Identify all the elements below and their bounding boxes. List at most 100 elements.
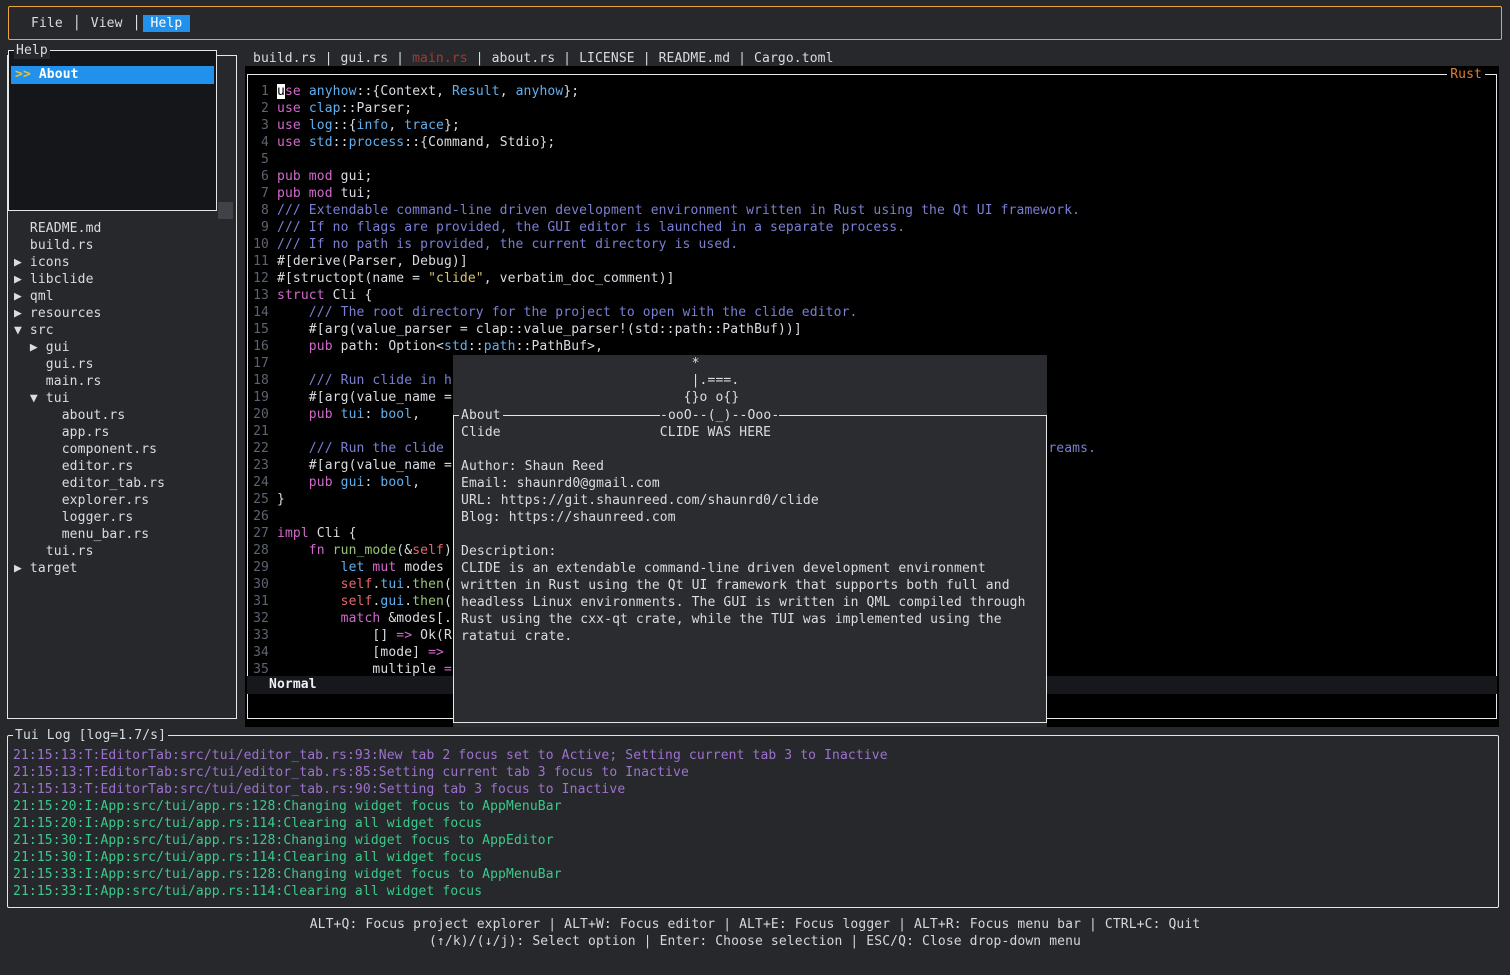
tree-item[interactable]: ▼ src [14,322,165,339]
code-token: modes [404,560,444,575]
tui-log-title: Tui Log [log=1.7/s] [13,727,168,744]
tree-item[interactable]: gui.rs [14,356,165,373]
code-token: use [277,118,309,133]
line-number: 23 [253,457,269,474]
about-text-line: Author: Shaun Reed [461,458,1026,475]
code-line: 5 [253,151,1096,168]
code-token: pub [277,407,341,422]
log-entry: 21:15:13:T:EditorTab:src/tui/editor_tab.… [13,764,888,781]
explorer-scrollbar-thumb[interactable] [218,202,233,219]
line-number: 18 [253,372,269,389]
code-token: ::Parser; [341,101,413,116]
tree-item[interactable]: ▶ libclide [14,271,165,288]
tree-item[interactable]: editor_tab.rs [14,475,165,492]
line-number: 22 [253,440,269,457]
code-line: 8/// Extendable command-line driven deve… [253,202,1096,219]
tree-item[interactable]: component.rs [14,441,165,458]
tree-item[interactable]: logger.rs [14,509,165,526]
tab-LICENSE[interactable]: LICENSE [579,51,635,66]
code-token: pub mod [277,169,341,184]
tree-item[interactable]: ▶ icons [14,254,165,271]
tab-about.rs[interactable]: about.rs [492,51,556,66]
tree-item[interactable]: ▶ resources [14,305,165,322]
code-token: tui [380,577,404,592]
code-token: Stdio [500,135,540,150]
code-token: Cli { [333,288,373,303]
code-token: gui [380,594,404,609]
code-line: 16 pub path: Option<std::path::PathBuf>, [253,338,1096,355]
code-token: (& [396,543,412,558]
code-token: ( [444,594,452,609]
code-token: , [484,135,500,150]
tree-item[interactable]: ▼ tui [14,390,165,407]
code-token: impl [277,526,317,541]
log-entry: 21:15:30:I:App:src/tui/app.rs:128:Changi… [13,832,888,849]
code-token: : [364,407,380,422]
line-number: 33 [253,627,269,644]
code-line: 6pub mod gui; [253,168,1096,185]
code-token: std [309,135,333,150]
menu-item-file[interactable]: File [23,15,71,32]
tree-item[interactable]: ▶ qml [14,288,165,305]
code-token: #[derive(Parser, Debug)] [277,254,468,269]
code-token: bool [380,407,412,422]
code-token: match [277,611,388,626]
tree-item[interactable]: explorer.rs [14,492,165,509]
code-token: then [412,577,444,592]
code-token: self [412,543,444,558]
code-line: 7pub mod tui; [253,185,1096,202]
code-token: path [484,339,516,354]
menu-item-about[interactable]: >> About [11,66,214,84]
code-token: /// The root directory for the project t… [277,305,857,320]
tree-item[interactable]: README.md [14,220,165,237]
code-line: 12#[structopt(name = "clide", verbatim_d… [253,270,1096,287]
about-text-line [461,526,1026,543]
code-token: path: Option< [341,339,444,354]
tree-item[interactable]: app.rs [14,424,165,441]
line-number: 29 [253,559,269,576]
tui-log-panel[interactable]: Tui Log [log=1.7/s] 21:15:13:T:EditorTab… [7,735,1499,908]
tree-item[interactable]: ▶ gui [14,339,165,356]
tab-README.md[interactable]: README.md [659,51,731,66]
tree-item[interactable]: editor.rs [14,458,165,475]
menu-item-help[interactable]: Help [143,15,191,32]
tree-item[interactable]: main.rs [14,373,165,390]
code-token: , [500,84,516,99]
line-number: 19 [253,389,269,406]
cursor: u [277,84,285,99]
code-token: clap [309,101,341,116]
code-token: let [277,560,372,575]
code-token: Cli { [317,526,357,541]
ascii-art: * |.===. {}o o{} [461,355,739,406]
tree-item[interactable]: about.rs [14,407,165,424]
keybinding-help-bar: ALT+Q: Focus project explorer | ALT+W: F… [0,916,1510,950]
tree-item[interactable]: tui.rs [14,543,165,560]
about-text-line [461,441,1026,458]
tab-build.rs[interactable]: build.rs [253,51,317,66]
code-token: trace [404,118,444,133]
code-token: }; [444,118,460,133]
tree-item[interactable]: build.rs [14,237,165,254]
code-token: self [341,577,373,592]
line-number: 3 [253,117,269,134]
code-token: . [404,577,412,592]
line-number: 20 [253,406,269,423]
line-number: 6 [253,168,269,185]
code-token [277,577,341,592]
log-entry: 21:15:30:I:App:src/tui/app.rs:114:Cleari… [13,849,888,866]
about-text-line: headless Linux environments. The GUI is … [461,594,1026,611]
tab-main.rs[interactable]: main.rs [412,51,468,66]
code-line: 13struct Cli { [253,287,1096,304]
code-token: , [412,475,420,490]
about-text-line: Clide CLIDE WAS HERE [461,424,1026,441]
code-token: ::{ [333,118,357,133]
code-token: #[arg(value_name = [277,390,452,405]
code-token: [] [277,628,396,643]
menu-item-view[interactable]: View [83,15,131,32]
tab-Cargo.toml[interactable]: Cargo.toml [754,51,834,66]
tree-item[interactable]: ▶ target [14,560,165,577]
code-line: 2use clap::Parser; [253,100,1096,117]
tab-gui.rs[interactable]: gui.rs [340,51,388,66]
log-entry: 21:15:13:T:EditorTab:src/tui/editor_tab.… [13,747,888,764]
tree-item[interactable]: menu_bar.rs [14,526,165,543]
